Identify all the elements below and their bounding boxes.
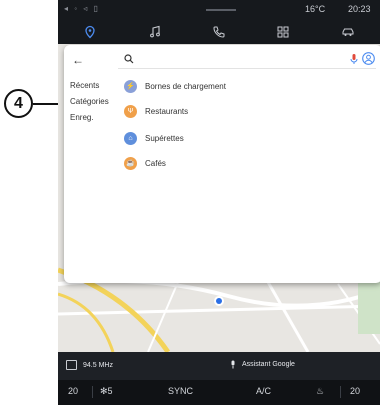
status-bar: ◂ ◦ ◃ ▯ 16°C 20:23 <box>58 0 380 20</box>
search-input[interactable] <box>138 52 338 66</box>
phone-icon <box>213 26 225 38</box>
climate-bar: 20 ✻5 SYNC A/C ♨ 20 <box>58 380 380 405</box>
callout-marker: 4 <box>4 89 33 118</box>
category-label: Bornes de chargement <box>145 81 226 91</box>
shopping-icon: ⌂ <box>124 131 137 145</box>
category-restaurants[interactable]: Ψ Restaurants <box>118 101 368 121</box>
microphone-icon <box>231 360 235 369</box>
assistant-label: Assistant Google <box>242 361 295 368</box>
radio-widget[interactable]: 94.5 MHz <box>66 360 113 370</box>
ac-button[interactable]: A/C <box>256 386 271 396</box>
category-label: Restaurants <box>145 106 189 116</box>
nav-vehicle[interactable] <box>316 20 380 44</box>
status-icons: ◂ ◦ ◃ ▯ <box>64 4 100 13</box>
nav-apps[interactable] <box>251 20 315 44</box>
manual-figure: 4 ◂ ◦ ◃ ▯ 16°C 20:23 ← Récents Catégorie… <box>0 0 380 405</box>
apps-grid-icon <box>277 26 289 38</box>
search-icon <box>124 54 134 64</box>
category-label: Supérettes <box>145 133 184 143</box>
pull-down-handle[interactable] <box>206 9 236 11</box>
category-convenience-stores[interactable]: ⌂ Supérettes <box>118 128 368 148</box>
media-bar: 94.5 MHz Assistant Google <box>58 352 380 380</box>
main-nav-bar <box>58 20 380 44</box>
restaurant-icon: Ψ <box>124 104 137 118</box>
seat-heat-icon[interactable]: ♨ <box>316 386 324 397</box>
car-icon <box>342 28 354 36</box>
fan-control[interactable]: ✻5 <box>100 386 113 397</box>
side-menu-saved[interactable]: Enreg. <box>70 113 94 122</box>
fan-speed: 5 <box>107 386 113 396</box>
search-bar <box>118 49 376 69</box>
callout-number: 4 <box>14 94 23 112</box>
category-cafes[interactable]: ☕ Cafés <box>118 153 368 173</box>
map-pin-icon <box>85 25 95 39</box>
account-icon[interactable] <box>362 52 375 65</box>
nav-phone[interactable] <box>187 20 251 44</box>
callout-leader-line <box>33 103 60 105</box>
side-menu-recents[interactable]: Récents <box>70 81 99 90</box>
clock: 20:23 <box>348 4 371 14</box>
infotainment-screen: ◂ ◦ ◃ ▯ 16°C 20:23 ← Récents Catégories … <box>58 0 380 405</box>
music-icon <box>149 25 160 38</box>
fan-icon: ✻ <box>100 386 108 396</box>
cafe-icon: ☕ <box>124 156 137 170</box>
microphone-icon[interactable] <box>349 53 359 65</box>
nav-navigation[interactable] <box>58 20 122 44</box>
poi-categories-panel: ← Récents Catégories Enreg. ⚡ Bornes de … <box>64 45 380 283</box>
assistant-widget[interactable]: Assistant Google <box>230 360 295 369</box>
right-temperature[interactable]: 20 <box>350 386 360 396</box>
divider <box>92 386 93 398</box>
category-charging-stations[interactable]: ⚡ Bornes de chargement <box>118 76 368 96</box>
divider <box>340 386 341 398</box>
sync-button[interactable]: SYNC <box>168 386 193 396</box>
back-arrow-icon[interactable]: ← <box>72 53 84 67</box>
left-temperature[interactable]: 20 <box>68 386 78 396</box>
radio-frequency: 94.5 MHz <box>83 361 113 369</box>
radio-icon <box>66 360 77 370</box>
nav-music[interactable] <box>122 20 186 44</box>
charging-icon: ⚡ <box>124 79 137 93</box>
outside-temperature: 16°C <box>305 4 326 14</box>
side-menu-categories[interactable]: Catégories <box>70 97 109 106</box>
category-label: Cafés <box>145 158 166 168</box>
